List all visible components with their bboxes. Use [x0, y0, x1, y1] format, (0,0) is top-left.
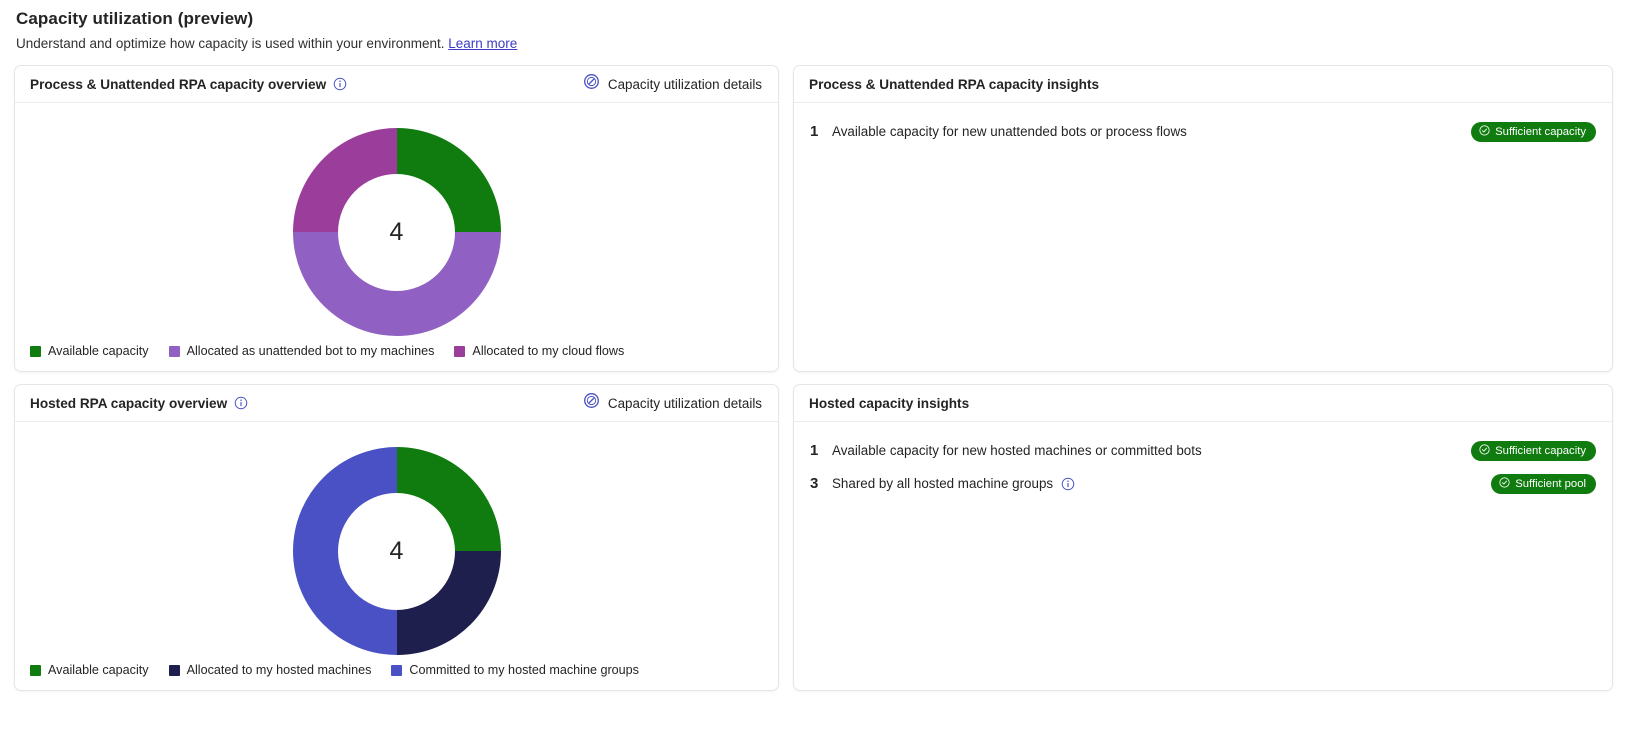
donut-center-value: 4 [389, 536, 404, 565]
status-badge: Sufficient capacity [1471, 440, 1596, 461]
status-badge: Sufficient capacity [1471, 121, 1596, 142]
gauge-icon [583, 73, 600, 95]
card-title: Process & Unattended RPA capacity overvi… [30, 76, 327, 92]
details-link-label: Capacity utilization details [607, 395, 762, 411]
legend-item: Allocated to my hosted machines [168, 663, 372, 677]
capacity-utilization-details-link[interactable]: Capacity utilization details [583, 73, 762, 95]
legend-label: Allocated to my hosted machines [186, 663, 372, 677]
legend-swatch-available [30, 345, 41, 357]
check-circle-icon [1479, 124, 1490, 139]
info-icon[interactable] [1061, 477, 1075, 491]
card-title: Hosted RPA capacity overview [30, 395, 228, 411]
legend-item: Available capacity [30, 663, 149, 677]
legend-item: Available capacity [30, 344, 149, 358]
hosted-capacity-insights-card: Hosted capacity insights 1 Available cap… [793, 384, 1613, 691]
legend-label: Allocated as unattended bot to my machin… [186, 344, 435, 358]
status-badge-label: Sufficient capacity [1495, 125, 1586, 138]
card-header: Process & Unattended RPA capacity insigh… [794, 66, 1612, 103]
list-item: 1 Available capacity for new unattended … [810, 115, 1596, 148]
page-subtitle: Understand and optimize how capacity is … [16, 36, 1613, 51]
chart-legend: Available capacity Allocated as unattend… [30, 344, 624, 358]
insight-number: 1 [810, 442, 819, 459]
insights-list: 1 Available capacity for new unattended … [794, 103, 1612, 371]
cards-grid: Process & Unattended RPA capacity overvi… [14, 65, 1613, 691]
insight-text: Available capacity for new hosted machin… [832, 443, 1202, 458]
donut-chart-hosted: 4 Available capacity Allocated to my hos… [15, 422, 778, 690]
info-icon[interactable] [234, 396, 248, 410]
donut-wrap: 4 [292, 447, 501, 655]
details-link-label: Capacity utilization details [607, 76, 762, 92]
legend-swatch-available [30, 664, 41, 676]
legend-item: Allocated to my cloud flows [454, 344, 624, 358]
list-item: 1 Available capacity for new hosted mach… [810, 434, 1596, 467]
legend-label: Available capacity [48, 344, 149, 358]
status-badge-label: Sufficient capacity [1495, 444, 1586, 457]
learn-more-link[interactable]: Learn more [448, 36, 517, 51]
insights-list: 1 Available capacity for new hosted mach… [794, 422, 1612, 690]
page-subtitle-text: Understand and optimize how capacity is … [16, 36, 445, 51]
card-title: Process & Unattended RPA capacity insigh… [809, 76, 1100, 92]
check-circle-icon [1479, 443, 1490, 458]
status-badge: Sufficient pool [1491, 473, 1596, 494]
legend-item: Committed to my hosted machine groups [391, 663, 639, 677]
page-title: Capacity utilization (preview) [16, 9, 254, 28]
donut-chart-process: 4 Available capacity Allocated as unatte… [15, 103, 778, 371]
gauge-icon [583, 392, 600, 414]
info-icon[interactable] [333, 77, 347, 91]
process-unattended-capacity-insights-card: Process & Unattended RPA capacity insigh… [793, 65, 1613, 372]
legend-swatch-unattended [168, 345, 180, 357]
capacity-utilization-page: Capacity utilization (preview) Understan… [0, 0, 1627, 691]
legend-label: Allocated to my cloud flows [472, 344, 625, 358]
legend-swatch-cloud-flows [454, 345, 466, 357]
legend-swatch-committed [391, 664, 403, 676]
card-header: Hosted capacity insights [794, 385, 1612, 422]
status-badge-label: Sufficient pool [1515, 477, 1586, 490]
insight-number: 3 [810, 475, 819, 492]
hosted-rpa-capacity-overview-card: Hosted RPA capacity overview Capacity ut… [14, 384, 779, 691]
legend-item: Allocated as unattended bot to my machin… [168, 344, 435, 358]
insight-number: 1 [810, 123, 819, 140]
donut-wrap: 4 [292, 128, 501, 336]
donut-center-value: 4 [389, 217, 404, 246]
process-unattended-capacity-overview-card: Process & Unattended RPA capacity overvi… [14, 65, 779, 372]
legend-swatch-hosted-machines [168, 664, 180, 676]
card-header: Hosted RPA capacity overview Capacity ut… [15, 385, 778, 422]
legend-label: Committed to my hosted machine groups [409, 663, 639, 677]
card-title: Hosted capacity insights [809, 395, 970, 411]
check-circle-icon [1499, 476, 1510, 491]
card-header: Process & Unattended RPA capacity overvi… [15, 66, 778, 103]
list-item: 3 Shared by all hosted machine groups Su… [810, 467, 1596, 500]
legend-label: Available capacity [48, 663, 149, 677]
chart-legend: Available capacity Allocated to my hoste… [30, 663, 639, 677]
insight-text: Available capacity for new unattended bo… [832, 124, 1187, 139]
capacity-utilization-details-link[interactable]: Capacity utilization details [583, 392, 762, 414]
insight-text: Shared by all hosted machine groups [832, 476, 1054, 491]
